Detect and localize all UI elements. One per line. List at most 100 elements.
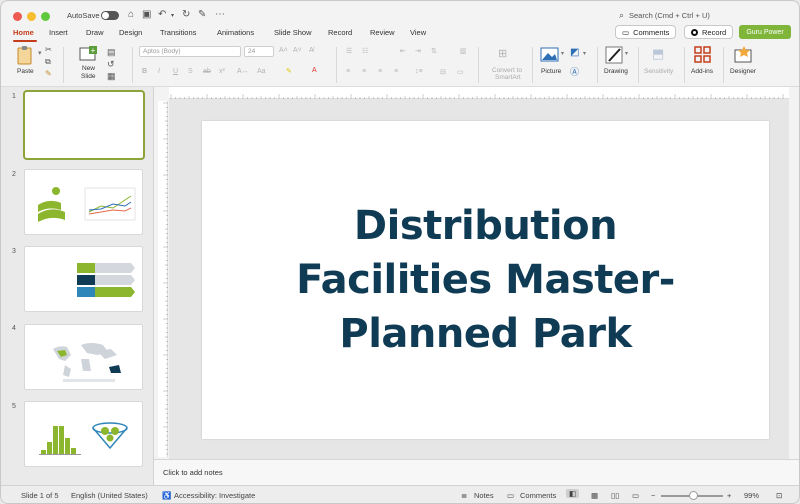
clear-format-icon[interactable]: A̸ — [309, 47, 314, 54]
strikethrough-icon[interactable]: ab — [203, 68, 211, 75]
highlight-icon[interactable]: ✎ — [286, 67, 292, 75]
tab-slide-show[interactable]: Slide Show — [274, 28, 312, 37]
undo-icon[interactable]: ↶ — [158, 9, 166, 20]
slide-title[interactable]: Distribution Facilities Master-Planned P… — [271, 199, 701, 361]
autosave-toggle[interactable] — [101, 11, 119, 20]
shapes-icon[interactable]: ◩ — [570, 47, 579, 58]
tab-draw[interactable]: Draw — [86, 28, 104, 37]
text-box-icon[interactable]: ▭ — [457, 68, 464, 76]
shadow-icon[interactable]: S — [188, 68, 193, 75]
underline-icon[interactable]: U — [173, 68, 178, 75]
text-direction-icon[interactable]: ⇅ — [431, 47, 437, 55]
drawing-icon[interactable] — [605, 46, 625, 66]
align-right-icon[interactable]: ≡ — [378, 68, 382, 75]
columns-icon[interactable]: ▥ — [460, 47, 467, 55]
home-icon[interactable]: ⌂ — [128, 9, 134, 20]
layout-icon[interactable]: ▤ — [107, 47, 116, 58]
slide-thumbnail-3[interactable] — [24, 246, 143, 312]
textbox-insert-icon[interactable]: Ⓐ — [570, 65, 579, 78]
line-spacing-icon[interactable]: ↕≡ — [415, 68, 423, 75]
smartart-icon[interactable]: ⊞ — [498, 47, 507, 60]
slideshow-view-icon[interactable]: ▭ — [632, 491, 639, 500]
superscript-icon[interactable]: x² — [219, 68, 225, 75]
italic-icon[interactable]: I — [158, 68, 160, 75]
section-icon[interactable]: ▦ — [107, 71, 116, 82]
more-icon[interactable]: ⋯ — [215, 9, 225, 20]
increase-font-icon[interactable]: A˄ — [279, 47, 288, 54]
paste-dropdown-icon[interactable]: ▾ — [38, 49, 42, 57]
horizontal-ruler-ticks — [170, 94, 784, 99]
slide-thumbnail-1[interactable] — [23, 90, 145, 160]
reset-icon[interactable]: ↺ — [107, 59, 115, 70]
tab-insert[interactable]: Insert — [49, 28, 68, 37]
reading-view-icon[interactable]: ▯▯ — [611, 491, 619, 500]
picture-icon[interactable] — [540, 47, 560, 63]
align-center-icon[interactable]: ≡ — [362, 68, 366, 75]
slide-thumbnail-4[interactable] — [24, 324, 143, 390]
horizontal-ruler — [169, 87, 789, 99]
format-painter-icon[interactable]: ✎ — [45, 69, 52, 78]
normal-view-icon[interactable]: ◧ — [566, 489, 580, 498]
shapes-dropdown-icon[interactable]: ▾ — [583, 50, 586, 57]
save-icon[interactable]: ▣ — [142, 9, 151, 20]
tab-record[interactable]: Record — [328, 28, 352, 37]
notes-placeholder[interactable]: Click to add notes — [163, 468, 223, 477]
zoom-slider-thumb[interactable] — [689, 491, 698, 500]
notes-pane[interactable]: Click to add notes — [154, 459, 799, 485]
tab-transitions[interactable]: Transitions — [160, 28, 196, 37]
zoom-window-button[interactable] — [41, 12, 50, 21]
change-case-icon[interactable]: Aa — [257, 68, 266, 75]
slide-editor[interactable]: Distribution Facilities Master-Planned P… — [202, 121, 769, 439]
bold-icon[interactable]: B — [142, 68, 147, 75]
font-name-select[interactable]: Aptos (Body) — [139, 46, 241, 57]
search-field[interactable]: Search (Cmd + Ctrl + U) — [629, 11, 710, 20]
bullets-icon[interactable]: ☰ — [346, 47, 352, 55]
increase-indent-icon[interactable]: ⇥ — [415, 47, 421, 55]
close-window-button[interactable] — [13, 12, 22, 21]
record-button[interactable]: Record — [684, 25, 734, 39]
add-ins-icon[interactable] — [694, 46, 712, 64]
status-bar: Slide 1 of 5 English (United States) ♿ A… — [1, 485, 799, 503]
tab-design[interactable]: Design — [119, 28, 142, 37]
vertical-ruler-ticks — [163, 102, 168, 455]
tab-animations[interactable]: Animations — [217, 28, 254, 37]
fit-to-window-icon[interactable]: ⊡ — [776, 491, 782, 500]
cut-icon[interactable]: ✂ — [45, 45, 52, 54]
guru-power-button[interactable]: Guru Power — [739, 25, 791, 39]
designer-icon[interactable] — [734, 46, 754, 64]
align-text-icon[interactable]: ⊟ — [440, 68, 446, 76]
font-color-icon[interactable]: A — [312, 67, 317, 74]
tab-view[interactable]: View — [410, 28, 426, 37]
zoom-in-icon[interactable]: + — [727, 491, 731, 500]
tab-home[interactable]: Home — [13, 28, 34, 37]
new-slide-icon[interactable]: + — [79, 46, 99, 64]
decrease-indent-icon[interactable]: ⇤ — [400, 47, 406, 55]
character-spacing-icon[interactable]: A↔ — [237, 68, 249, 75]
copy-icon[interactable]: ⧉ — [45, 57, 51, 67]
comments-button[interactable]: ▭ Comments — [615, 25, 677, 39]
customize-icon[interactable]: ✎ — [198, 9, 206, 20]
font-size-select[interactable]: 24 — [244, 46, 274, 57]
language-indicator[interactable]: English (United States) — [71, 491, 148, 500]
zoom-level[interactable]: 99% — [744, 491, 759, 500]
slide-thumbnail-5[interactable] — [24, 401, 143, 467]
minimize-window-button[interactable] — [27, 12, 36, 21]
numbering-icon[interactable]: ☷ — [362, 47, 368, 55]
comments-status-button[interactable]: Comments — [520, 491, 556, 500]
align-left-icon[interactable]: ≡ — [346, 68, 350, 75]
undo-dropdown-icon[interactable]: ▾ — [171, 12, 174, 19]
zoom-out-icon[interactable]: − — [651, 491, 655, 500]
notes-button[interactable]: Notes — [474, 491, 494, 500]
justify-icon[interactable]: ≡ — [394, 68, 398, 75]
slide-thumbnail-2[interactable] — [24, 169, 143, 235]
slide-sorter-icon[interactable]: ▦ — [591, 491, 598, 500]
drawing-label: Drawing — [604, 68, 628, 75]
picture-dropdown-icon[interactable]: ▾ — [561, 50, 564, 57]
sensitivity-icon[interactable]: ⬒ — [652, 46, 664, 62]
accessibility-status[interactable]: Accessibility: Investigate — [174, 491, 255, 500]
tab-review[interactable]: Review — [370, 28, 395, 37]
redo-icon[interactable]: ↻ — [182, 9, 190, 20]
drawing-dropdown-icon[interactable]: ▾ — [625, 50, 628, 57]
paste-icon[interactable] — [15, 46, 35, 66]
decrease-font-icon[interactable]: A˅ — [293, 47, 302, 54]
